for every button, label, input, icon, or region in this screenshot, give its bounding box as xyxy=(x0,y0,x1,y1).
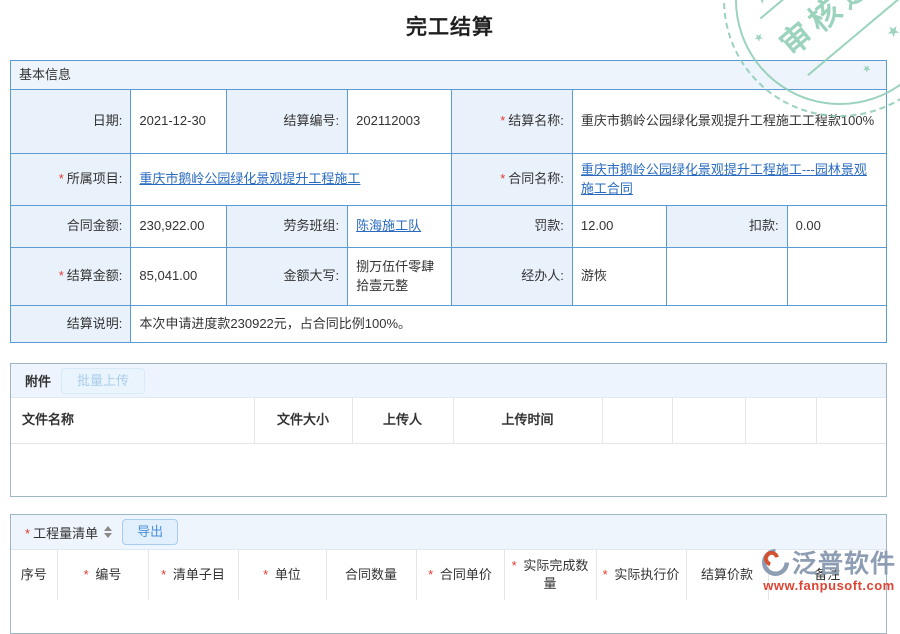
project-label: *所属项目: xyxy=(11,154,131,206)
attachments-section: 附件 批量上传 文件名称文件大小上传人上传时间 xyxy=(10,363,887,497)
boq-col-header: 备注 xyxy=(768,550,886,600)
contract-amount-value: 230,922.00 xyxy=(131,206,226,248)
handler-label: 经办人: xyxy=(452,248,572,306)
section-header-basic-info: 基本信息 xyxy=(11,61,887,90)
boq-header-row: 序号* 编号* 清单子目* 单位合同数量* 合同单价* 实际完成数量* 实际执行… xyxy=(11,550,886,600)
export-button[interactable]: 导出 xyxy=(122,519,178,545)
date-value: 2021-12-30 xyxy=(131,90,226,154)
contract-name-value: 重庆市鹅岭公园绿化景观提升工程施工---园林景观施工合同 xyxy=(572,154,886,206)
attachments-col-header xyxy=(745,398,816,443)
attachments-col-header: 文件大小 xyxy=(254,398,352,443)
amount-in-words-label: 金额大写: xyxy=(226,248,347,306)
basic-info-section: 基本信息 日期: 2021-12-30 结算编号: 202112003 *结算名… xyxy=(10,60,887,343)
boq-col-header: * 单位 xyxy=(238,550,326,600)
note-label: 结算说明: xyxy=(11,306,131,343)
project-link[interactable]: 重庆市鹅岭公园绿化景观提升工程施工 xyxy=(139,171,360,186)
attachments-col-header xyxy=(672,398,745,443)
attachments-label: 附件 xyxy=(25,371,51,390)
required-mark: * xyxy=(500,113,505,128)
boq-bar: *工程量清单 导出 xyxy=(11,515,886,550)
boq-col-header: 序号 xyxy=(11,550,57,600)
settlement-no-value: 202112003 xyxy=(348,90,452,154)
attachments-empty-body xyxy=(11,444,886,498)
boq-col-header: * 编号 xyxy=(57,550,148,600)
date-label: 日期: xyxy=(11,90,131,154)
penalty-value: 12.00 xyxy=(572,206,666,248)
page-title: 完工结算 xyxy=(0,11,900,41)
boq-col-header: 结算价款 xyxy=(686,550,768,600)
handler-value: 游恢 xyxy=(572,248,666,306)
boq-section: *工程量清单 导出 序号* 编号* 清单子目* 单位合同数量* 合同单价* 实际… xyxy=(10,514,887,634)
settlement-amount-value: 85,041.00 xyxy=(131,248,226,306)
attachments-col-header xyxy=(602,398,672,443)
contract-name-link[interactable]: 重庆市鹅岭公园绿化景观提升工程施工---园林景观施工合同 xyxy=(581,162,867,196)
attachments-col-header: 上传人 xyxy=(352,398,453,443)
penalty-label: 罚款: xyxy=(452,206,572,248)
batch-upload-button[interactable]: 批量上传 xyxy=(61,368,145,394)
attachments-bar: 附件 批量上传 xyxy=(11,364,886,398)
settlement-name-value: 重庆市鹅岭公园绿化景观提升工程施工工程款100% xyxy=(572,90,886,154)
boq-col-header: * 实际完成数量 xyxy=(504,550,596,600)
boq-table: 序号* 编号* 清单子目* 单位合同数量* 合同单价* 实际完成数量* 实际执行… xyxy=(11,550,886,600)
labor-team-link[interactable]: 陈海施工队 xyxy=(356,218,421,233)
boq-col-header: * 实际执行价 xyxy=(596,550,686,600)
required-mark: * xyxy=(59,268,64,283)
contract-amount-label: 合同金额: xyxy=(11,206,131,248)
settlement-name-label: *结算名称: xyxy=(452,90,572,154)
settlement-amount-label: *结算金额: xyxy=(11,248,131,306)
note-value: 本次申请进度款230922元，占合同比例100%。 xyxy=(131,306,887,343)
empty-cell xyxy=(787,248,886,306)
attachments-col-header xyxy=(816,398,886,443)
labor-team-label: 劳务班组: xyxy=(226,206,347,248)
contract-name-label: *合同名称: xyxy=(452,154,572,206)
attachments-col-header: 上传时间 xyxy=(453,398,602,443)
labor-team-value: 陈海施工队 xyxy=(348,206,452,248)
boq-col-header: 合同数量 xyxy=(326,550,416,600)
attachments-header-row: 文件名称文件大小上传人上传时间 xyxy=(11,398,886,443)
attachments-col-header: 文件名称 xyxy=(11,398,254,443)
required-mark: * xyxy=(59,171,64,186)
project-value: 重庆市鹅岭公园绿化景观提升工程施工 xyxy=(131,154,452,206)
empty-cell xyxy=(667,248,787,306)
deduction-label: 扣款: xyxy=(667,206,787,248)
deduction-value: 0.00 xyxy=(787,206,886,248)
attachments-table: 文件名称文件大小上传人上传时间 xyxy=(11,398,886,444)
settlement-no-label: 结算编号: xyxy=(226,90,347,154)
boq-col-header: * 合同单价 xyxy=(416,550,504,600)
required-mark: * xyxy=(25,526,30,541)
boq-col-header: * 清单子目 xyxy=(148,550,238,600)
amount-in-words-value: 捌万伍仟零肆拾壹元整 xyxy=(348,248,452,306)
boq-label: *工程量清单 xyxy=(25,523,98,542)
sort-spinner-icon[interactable] xyxy=(104,526,112,538)
required-mark: * xyxy=(500,171,505,186)
